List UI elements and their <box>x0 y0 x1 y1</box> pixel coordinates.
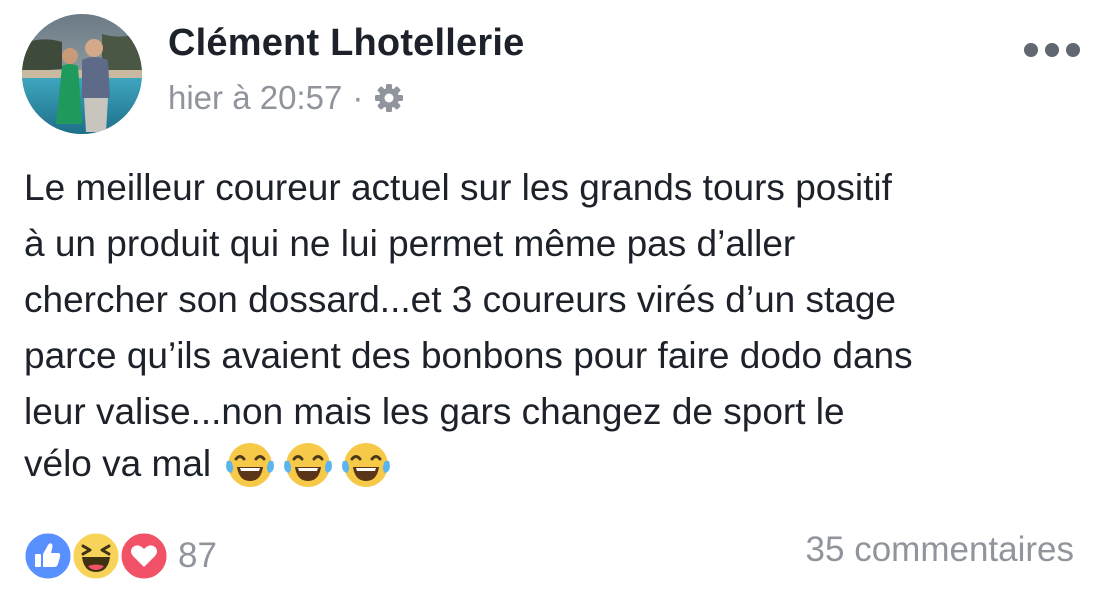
haha-reaction-icon <box>70 530 122 582</box>
post-meta: hier à 20:57 · <box>168 78 405 118</box>
reaction-count: 87 <box>178 536 217 575</box>
post-body-last-line: vélo va mal <box>24 432 397 496</box>
emoji-row <box>223 437 397 491</box>
tears-of-joy-emoji-icon <box>342 443 391 487</box>
meta-separator: · <box>352 79 364 116</box>
like-reaction-icon <box>22 530 74 582</box>
ellipsis-icon <box>1024 43 1038 57</box>
post-body: Le meilleur coureur actuel sur les grand… <box>24 167 913 432</box>
avatar[interactable] <box>22 14 142 134</box>
tears-of-joy-emoji-icon <box>226 443 275 487</box>
tears-of-joy-emoji-icon <box>284 443 333 487</box>
reaction-icons <box>22 530 170 582</box>
post-timestamp[interactable]: hier à 20:57 <box>168 79 342 117</box>
author-name[interactable]: Clément Lhotellerie <box>168 22 524 65</box>
reactions-summary[interactable]: 87 <box>22 528 217 584</box>
post-body-end: vélo va mal <box>24 443 212 484</box>
gear-icon[interactable] <box>373 82 405 114</box>
comments-link[interactable]: 35 commentaires <box>806 530 1074 570</box>
more-options-button[interactable] <box>1024 38 1080 62</box>
love-reaction-icon <box>118 530 170 582</box>
